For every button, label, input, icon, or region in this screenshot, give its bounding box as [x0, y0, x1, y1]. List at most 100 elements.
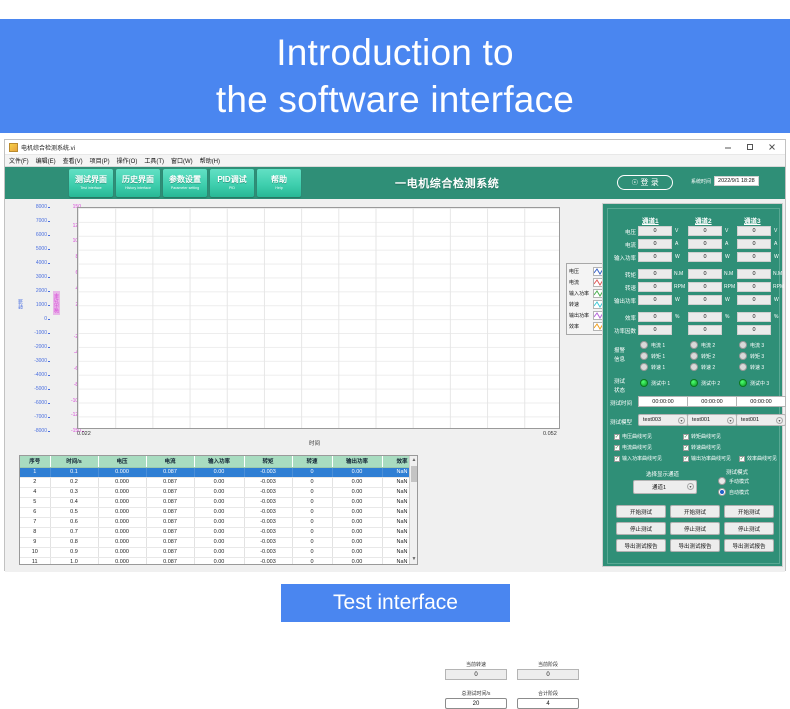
- output-power-unit-ch2: W: [725, 297, 730, 303]
- test-model-select-ch2[interactable]: test001 ▾: [687, 414, 737, 426]
- table-row[interactable]: 7 0.6 0.000 0.087 0.00 -0.003 0 0.00 NaN: [20, 517, 417, 528]
- table-row[interactable]: 4 0.3 0.000 0.087 0.00 -0.003 0 0.00 NaN: [20, 487, 417, 498]
- check-icon[interactable]: ✓: [614, 455, 620, 462]
- stop-test-button-ch2[interactable]: 停止测试: [670, 522, 720, 535]
- chevron-down-icon[interactable]: ▾: [687, 483, 694, 490]
- column-header-torque[interactable]: 转矩: [244, 456, 293, 468]
- checkbox-torque-curve[interactable]: ✓ 转矩曲线可见: [683, 433, 721, 440]
- stop-test-button-ch3[interactable]: 停止测试: [724, 522, 774, 535]
- table-row[interactable]: 11 1.0 0.000 0.087 0.00 -0.003 0 0.00 Na…: [20, 557, 417, 564]
- column-header-index[interactable]: 序号: [20, 456, 51, 468]
- tab-help[interactable]: 帮助 Help: [257, 169, 301, 197]
- channel-header-2: 通道2: [695, 218, 712, 225]
- table-scrollbar[interactable]: ▲ ▼: [409, 456, 417, 564]
- main-body: 8000 7000 6000 5000 4000 3000 2000 1000 …: [5, 199, 786, 709]
- menu-item-edit[interactable]: 编辑(E): [36, 156, 56, 165]
- chevron-down-icon[interactable]: ▾: [727, 417, 734, 424]
- check-icon[interactable]: ✓: [683, 433, 689, 440]
- check-icon[interactable]: ✓: [683, 444, 689, 451]
- tab-parameter-setting[interactable]: 参数设置 Parameter setting: [163, 169, 207, 197]
- column-header-current[interactable]: 电流: [146, 456, 195, 468]
- test-model-select-ch1[interactable]: test003 ▾: [638, 414, 688, 426]
- total-stages-input[interactable]: 4: [517, 698, 579, 709]
- cell-output-power: 0.00: [332, 547, 383, 558]
- total-test-time-input[interactable]: 20: [445, 698, 507, 709]
- alarm-label-torque-3: 转矩 3: [750, 354, 765, 360]
- test-model-select-ch3[interactable]: test001 ▾: [736, 414, 786, 426]
- column-header-output-power[interactable]: 输出功率: [332, 456, 383, 468]
- export-report-button-ch3[interactable]: 导出测试报告: [724, 539, 774, 552]
- checkbox-label: 转速曲线可见: [691, 445, 722, 451]
- menu-item-tools[interactable]: 工具(T): [144, 156, 164, 165]
- column-header-time[interactable]: 时间/s: [50, 456, 99, 468]
- login-button[interactable]: ☉ 登 录: [617, 175, 673, 190]
- checkbox-efficiency-curve[interactable]: ✓ 效率曲线可见: [739, 455, 777, 462]
- tab-pid[interactable]: PID调试 PID: [210, 169, 254, 197]
- checkbox-output-power-curve[interactable]: ✓ 输出功率曲线可见: [683, 455, 731, 462]
- radio-icon[interactable]: [718, 488, 726, 496]
- column-header-speed[interactable]: 转速: [292, 456, 333, 468]
- tab-history-interface[interactable]: 历史界面 History interface: [116, 169, 160, 197]
- table-row[interactable]: 10 0.9 0.000 0.087 0.00 -0.003 0 0.00 Na…: [20, 547, 417, 558]
- cell-index: 1: [20, 467, 51, 478]
- check-icon[interactable]: ✓: [614, 433, 620, 440]
- check-icon[interactable]: ✓: [614, 444, 620, 451]
- table-row[interactable]: 2 0.2 0.000 0.087 0.00 -0.003 0 0.00 NaN: [20, 477, 417, 488]
- start-test-button-ch2[interactable]: 开始测试: [670, 505, 720, 518]
- cell-torque: -0.003: [244, 467, 293, 478]
- checkbox-label: 输出功率曲线可见: [691, 456, 732, 462]
- radio-manual-mode[interactable]: 手动模式: [718, 477, 749, 485]
- output-power-value-ch1: 0: [638, 295, 672, 305]
- scrollbar-thumb[interactable]: [411, 466, 417, 482]
- checkbox-speed-curve[interactable]: ✓ 转速曲线可见: [683, 444, 721, 451]
- chevron-down-icon[interactable]: ▾: [776, 417, 783, 424]
- cell-speed: 0: [292, 547, 333, 558]
- voltage-unit-ch2: V: [725, 228, 729, 234]
- output-power-value-ch2: 0: [688, 295, 722, 305]
- channel-control-panel: 通道1 通道2 通道3 电压 0 V 0 V 0 V 电流 0 A 0 A 0 …: [602, 203, 786, 567]
- close-icon[interactable]: [761, 140, 783, 154]
- check-icon[interactable]: ✓: [739, 455, 745, 462]
- menu-item-operate[interactable]: 操作(O): [117, 156, 138, 165]
- chart-plot-area[interactable]: [77, 207, 560, 429]
- cell-speed: 0: [292, 467, 333, 478]
- maximize-icon[interactable]: [739, 140, 761, 154]
- start-test-button-ch1[interactable]: 开始测试: [616, 505, 666, 518]
- radio-auto-mode[interactable]: 自动模式: [718, 488, 749, 496]
- checkbox-voltage-curve[interactable]: ✓ 电压曲线可见: [614, 433, 652, 440]
- output-power-unit-ch3: W: [774, 297, 779, 303]
- menu-item-file[interactable]: 文件(F): [9, 156, 29, 165]
- table-row[interactable]: 1 0.1 0.000 0.087 0.00 -0.003 0 0.00 NaN: [20, 467, 417, 478]
- radio-icon[interactable]: [718, 477, 726, 485]
- menu-item-view[interactable]: 查看(V): [63, 156, 83, 165]
- minimize-icon[interactable]: [717, 140, 739, 154]
- display-channel-select[interactable]: 通道1 ▾: [633, 480, 697, 494]
- stop-test-button-ch1[interactable]: 停止测试: [616, 522, 666, 535]
- scroll-down-icon[interactable]: ▼: [411, 556, 417, 563]
- current-stage-field: 当前阶段 0: [517, 661, 579, 680]
- start-test-button-ch3[interactable]: 开始测试: [724, 505, 774, 518]
- chevron-down-icon[interactable]: ▾: [678, 417, 685, 424]
- cell-index: 2: [20, 477, 51, 488]
- measurement-table[interactable]: 序号 时间/s 电压 电流 输入功率 转矩 转速 输出功率 效率 1 0.1 0…: [19, 455, 418, 565]
- cell-index: 10: [20, 547, 51, 558]
- cell-torque: -0.003: [244, 487, 293, 498]
- table-row[interactable]: 8 0.7 0.000 0.087 0.00 -0.003 0 0.00 NaN: [20, 527, 417, 538]
- menu-item-window[interactable]: 窗口(W): [171, 156, 193, 165]
- scroll-up-icon[interactable]: ▲: [411, 457, 417, 464]
- checkbox-input-power-curve[interactable]: ✓ 输入功率曲线可见: [614, 455, 662, 462]
- display-channel-value: 通道1: [652, 485, 667, 491]
- column-header-input-power[interactable]: 输入功率: [194, 456, 245, 468]
- export-report-button-ch1[interactable]: 导出测试报告: [616, 539, 666, 552]
- menu-item-project[interactable]: 项目(P): [90, 156, 110, 165]
- checkbox-current-curve[interactable]: ✓ 电流曲线可见: [614, 444, 652, 451]
- column-header-voltage[interactable]: 电压: [98, 456, 147, 468]
- table-row[interactable]: 9 0.8 0.000 0.087 0.00 -0.003 0 0.00 NaN: [20, 537, 417, 548]
- check-icon[interactable]: ✓: [683, 455, 689, 462]
- tab-test-interface[interactable]: 测试界面 Test interface: [69, 169, 113, 197]
- cell-input-power: 0.00: [194, 547, 245, 558]
- export-report-button-ch2[interactable]: 导出测试报告: [670, 539, 720, 552]
- menu-item-help[interactable]: 帮助(H): [200, 156, 220, 165]
- table-row[interactable]: 6 0.5 0.000 0.087 0.00 -0.003 0 0.00 NaN: [20, 507, 417, 518]
- table-row[interactable]: 5 0.4 0.000 0.087 0.00 -0.003 0 0.00 NaN: [20, 497, 417, 508]
